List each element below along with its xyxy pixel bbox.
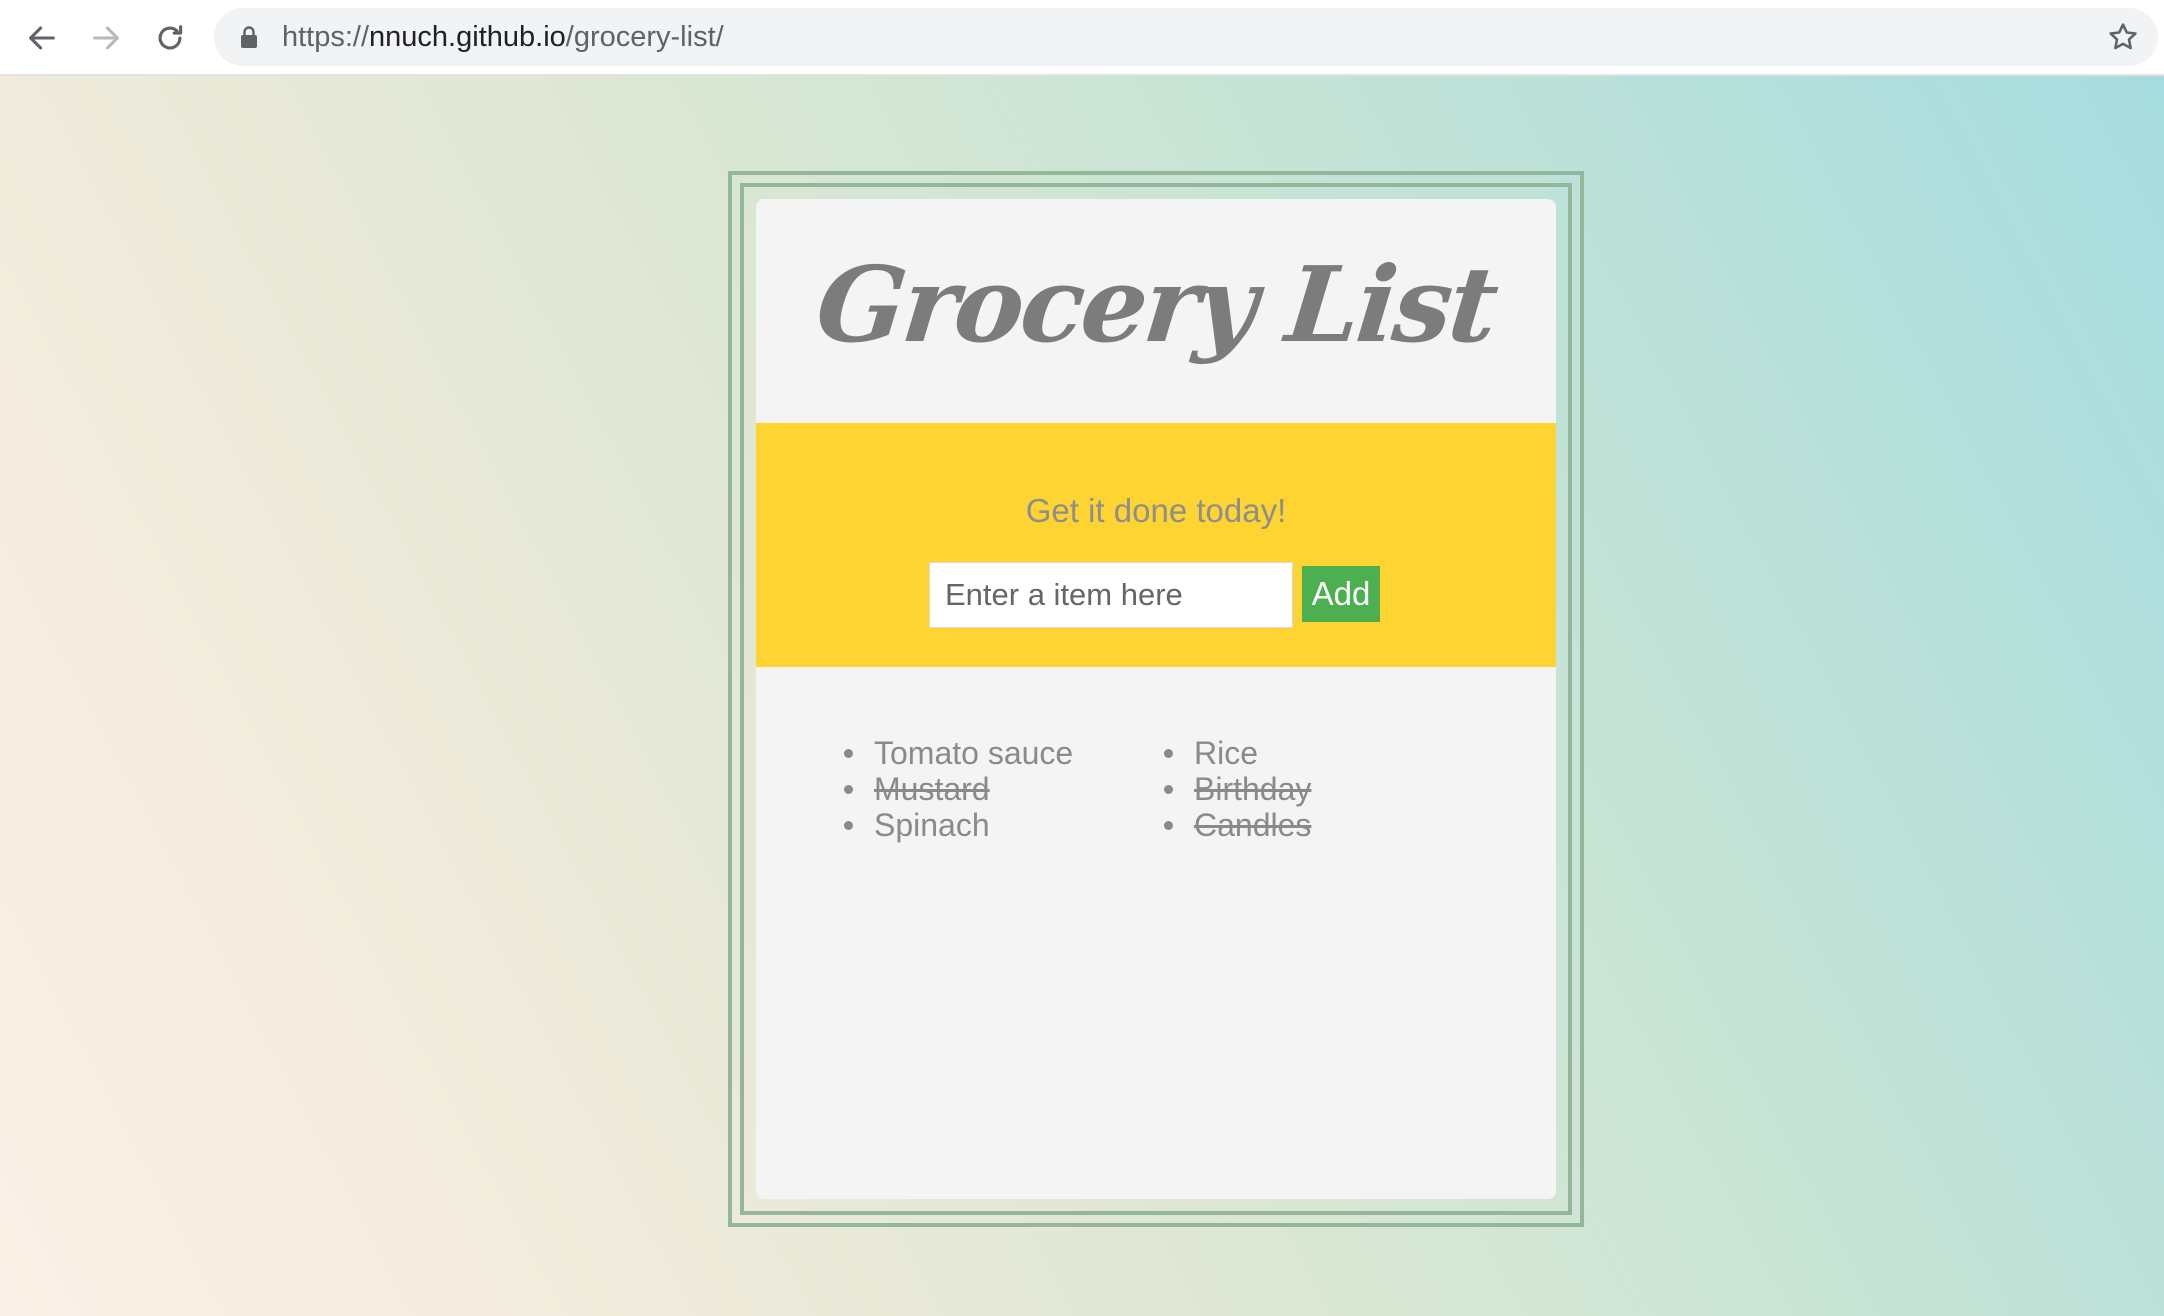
- input-band: Get it done today! Add: [756, 423, 1556, 667]
- list-item[interactable]: Rice: [1160, 735, 1480, 771]
- url-text[interactable]: https://nnuch.github.io/grocery-list/: [282, 8, 724, 66]
- list-item[interactable]: Candles: [1160, 807, 1480, 843]
- add-button[interactable]: Add: [1302, 566, 1380, 622]
- reload-icon[interactable]: [148, 16, 192, 60]
- list-item[interactable]: Mustard: [840, 771, 1160, 807]
- address-bar[interactable]: https://nnuch.github.io/grocery-list/: [214, 8, 2158, 66]
- tagline: Get it done today!: [1025, 492, 1287, 529]
- url-path: /grocery-list/: [565, 21, 724, 53]
- page-title: Grocery List: [811, 243, 1502, 366]
- card-header: Grocery List: [756, 199, 1556, 423]
- browser-toolbar: https://nnuch.github.io/grocery-list/: [0, 0, 2164, 76]
- list-item[interactable]: Spinach: [840, 807, 1160, 843]
- back-arrow-icon[interactable]: [20, 16, 64, 60]
- lock-icon[interactable]: [240, 25, 258, 49]
- forward-arrow-icon[interactable]: [84, 16, 128, 60]
- list-item[interactable]: Tomato sauce: [840, 735, 1160, 771]
- url-host: nnuch.github.io: [369, 21, 566, 53]
- grocery-list: Tomato sauce Mustard Spinach Rice Birthd…: [840, 735, 1480, 843]
- list-area: Tomato sauce Mustard Spinach Rice Birthd…: [756, 667, 1556, 1199]
- grocery-card: Grocery List Get it done today! Add Toma…: [756, 199, 1556, 1199]
- bookmark-star-icon[interactable]: [2106, 20, 2140, 54]
- item-input[interactable]: [929, 562, 1293, 628]
- page-viewport: Grocery List Get it done today! Add Toma…: [0, 76, 2164, 1316]
- url-scheme: https://: [282, 21, 370, 53]
- list-item[interactable]: Birthday: [1160, 771, 1480, 807]
